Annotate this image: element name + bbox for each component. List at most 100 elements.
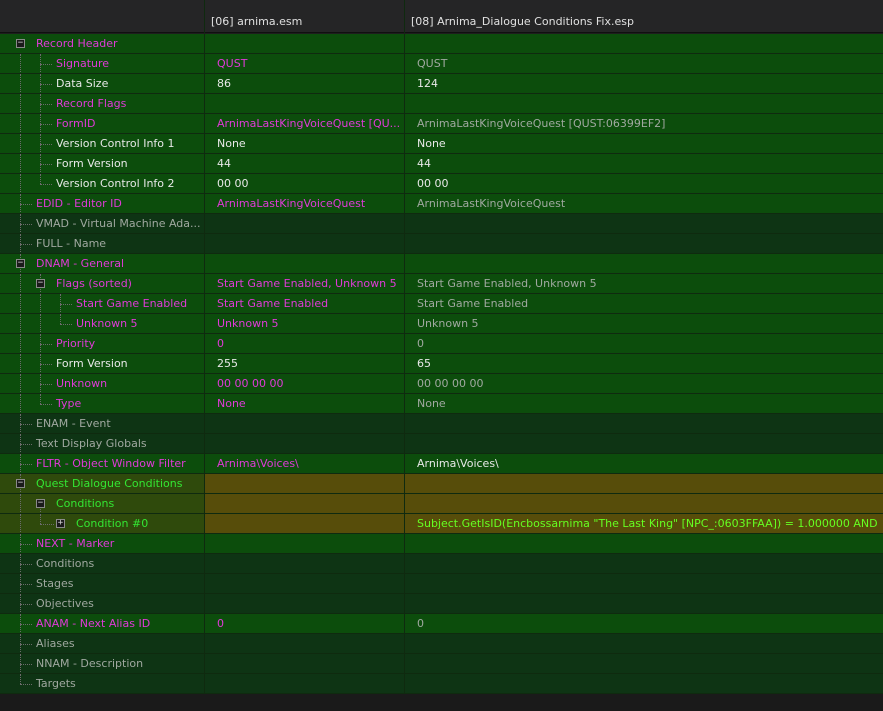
collapse-icon[interactable]: − bbox=[36, 499, 45, 508]
tree-row[interactable]: Version Control Info 2 00 00 00 00 bbox=[0, 174, 883, 194]
field-label: Conditions bbox=[56, 497, 115, 510]
value-arnima: Unknown 5 bbox=[217, 317, 279, 330]
value-fix: ArnimaLastKingVoiceQuest [QUST:06399EF2] bbox=[417, 117, 666, 130]
field-label: DNAM - General bbox=[36, 257, 125, 270]
tree-row[interactable]: FormID ArnimaLastKingVoiceQuest [QU... A… bbox=[0, 114, 883, 134]
value-fix bbox=[405, 577, 417, 590]
horizontal-scrollbar[interactable] bbox=[0, 694, 883, 711]
value-fix bbox=[405, 677, 417, 690]
tree-row[interactable]: − DNAM - General bbox=[0, 254, 883, 274]
value-fix: QUST bbox=[417, 57, 448, 70]
field-label: Text Display Globals bbox=[36, 437, 147, 450]
field-label: Unknown 5 bbox=[76, 317, 138, 330]
value-arnima: 0 bbox=[217, 617, 224, 630]
header-col-arnima-esm[interactable]: [06] arnima.esm bbox=[204, 0, 404, 33]
tree-row[interactable]: Type None None bbox=[0, 394, 883, 414]
tree-row[interactable]: ENAM - Event bbox=[0, 414, 883, 434]
field-label: ENAM - Event bbox=[36, 417, 111, 430]
value-fix: 124 bbox=[417, 77, 438, 90]
tree-row[interactable]: NNAM - Description bbox=[0, 654, 883, 674]
field-label: NNAM - Description bbox=[36, 657, 144, 670]
value-arnima bbox=[205, 557, 217, 570]
value-arnima: Arnima\Voices\ bbox=[217, 457, 299, 470]
tree-row[interactable]: Priority 0 0 bbox=[0, 334, 883, 354]
value-arnima bbox=[205, 517, 217, 530]
field-label: Condition #0 bbox=[76, 517, 149, 530]
value-arnima: Start Game Enabled, Unknown 5 bbox=[217, 277, 397, 290]
tree-row[interactable]: NEXT - Marker bbox=[0, 534, 883, 554]
tree-row[interactable]: − Flags (sorted) Start Game Enabled, Unk… bbox=[0, 274, 883, 294]
value-arnima bbox=[205, 537, 217, 550]
value-fix: None bbox=[417, 137, 446, 150]
value-arnima bbox=[205, 657, 217, 670]
value-fix: Subject.GetIsID(Encbossarnima "The Last … bbox=[417, 517, 878, 530]
field-label: Version Control Info 2 bbox=[56, 177, 175, 190]
tree-row[interactable]: Signature QUST QUST bbox=[0, 54, 883, 74]
value-fix bbox=[405, 217, 417, 230]
tree-row[interactable]: − Quest Dialogue Conditions bbox=[0, 474, 883, 494]
field-label: Aliases bbox=[36, 637, 75, 650]
value-arnima: Start Game Enabled bbox=[217, 297, 329, 310]
collapse-icon[interactable]: − bbox=[16, 259, 25, 268]
value-fix: Start Game Enabled bbox=[417, 297, 529, 310]
column-header: [06] arnima.esm [08] Arnima_Dialogue Con… bbox=[0, 0, 883, 33]
field-label: Version Control Info 1 bbox=[56, 137, 175, 150]
field-label: VMAD - Virtual Machine Ada... bbox=[36, 217, 201, 230]
value-arnima: 44 bbox=[217, 157, 231, 170]
tree-row[interactable]: Data Size 86 124 bbox=[0, 74, 883, 94]
value-fix: ArnimaLastKingVoiceQuest bbox=[417, 197, 566, 210]
value-fix bbox=[405, 257, 417, 270]
value-fix: Arnima\Voices\ bbox=[417, 457, 499, 470]
value-arnima: 00 00 bbox=[217, 177, 249, 190]
tree-row[interactable]: Record Flags bbox=[0, 94, 883, 114]
tree-row[interactable]: Stages bbox=[0, 574, 883, 594]
tree-row[interactable]: EDID - Editor ID ArnimaLastKingVoiceQues… bbox=[0, 194, 883, 214]
tree-row[interactable]: ANAM - Next Alias ID 0 0 bbox=[0, 614, 883, 634]
field-label: Form Version bbox=[56, 357, 128, 370]
tree-row[interactable]: Aliases bbox=[0, 634, 883, 654]
tree-row[interactable]: Targets bbox=[0, 674, 883, 694]
value-arnima: 0 bbox=[217, 337, 224, 350]
tree-row[interactable]: Objectives bbox=[0, 594, 883, 614]
value-arnima bbox=[205, 477, 217, 490]
value-arnima bbox=[205, 497, 217, 510]
collapse-icon[interactable]: − bbox=[16, 39, 25, 48]
tree-row[interactable]: Conditions bbox=[0, 554, 883, 574]
value-arnima bbox=[205, 97, 217, 110]
tree-row[interactable]: Form Version 44 44 bbox=[0, 154, 883, 174]
value-arnima: 00 00 00 00 bbox=[217, 377, 284, 390]
tree-row[interactable]: Form Version 255 65 bbox=[0, 354, 883, 374]
field-label: Conditions bbox=[36, 557, 95, 570]
collapse-icon[interactable]: − bbox=[36, 279, 45, 288]
tree-row[interactable]: Text Display Globals bbox=[0, 434, 883, 454]
value-fix bbox=[405, 657, 417, 670]
header-col-fix-esp[interactable]: [08] Arnima_Dialogue Conditions Fix.esp bbox=[404, 0, 883, 33]
value-fix: 0 bbox=[417, 617, 424, 630]
tree-row[interactable]: Unknown 5 Unknown 5 Unknown 5 bbox=[0, 314, 883, 334]
value-arnima bbox=[205, 257, 217, 270]
value-fix bbox=[405, 597, 417, 610]
value-arnima: 255 bbox=[217, 357, 238, 370]
tree-row[interactable]: Start Game Enabled Start Game Enabled St… bbox=[0, 294, 883, 314]
tree-row[interactable]: FULL - Name bbox=[0, 234, 883, 254]
value-fix: None bbox=[417, 397, 446, 410]
collapse-icon[interactable]: − bbox=[16, 479, 25, 488]
header-col-name[interactable] bbox=[0, 0, 204, 33]
field-label: ANAM - Next Alias ID bbox=[36, 617, 151, 630]
value-arnima bbox=[205, 637, 217, 650]
tree-row[interactable]: − Record Header bbox=[0, 34, 883, 54]
value-fix bbox=[405, 37, 417, 50]
tree-row[interactable]: − Conditions bbox=[0, 494, 883, 514]
value-arnima: ArnimaLastKingVoiceQuest bbox=[217, 197, 366, 210]
value-fix: 44 bbox=[417, 157, 431, 170]
tree-row[interactable]: + Condition #0 Subject.GetIsID(Encbossar… bbox=[0, 514, 883, 534]
field-label: Data Size bbox=[56, 77, 109, 90]
tree-row[interactable]: FLTR - Object Window Filter Arnima\Voice… bbox=[0, 454, 883, 474]
expand-icon[interactable]: + bbox=[56, 519, 65, 528]
tree-row[interactable]: VMAD - Virtual Machine Ada... bbox=[0, 214, 883, 234]
value-arnima bbox=[205, 597, 217, 610]
value-fix bbox=[405, 437, 417, 450]
tree-row[interactable]: Unknown 00 00 00 00 00 00 00 00 bbox=[0, 374, 883, 394]
field-label: Record Flags bbox=[56, 97, 127, 110]
tree-row[interactable]: Version Control Info 1 None None bbox=[0, 134, 883, 154]
